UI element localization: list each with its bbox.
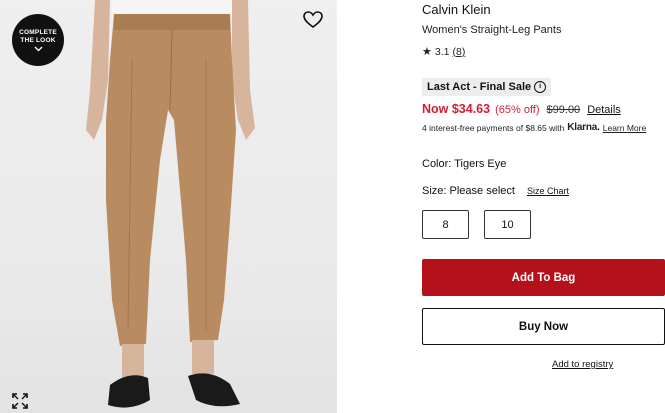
- learn-more-link[interactable]: Learn More: [603, 123, 646, 133]
- rating[interactable]: ★ 3.1 (8): [422, 45, 465, 59]
- size-label: Size: Please select: [422, 185, 515, 197]
- price-row: Now $34.63 (65% off) $99.00 Details: [422, 102, 621, 116]
- size-option-10[interactable]: 10: [484, 210, 531, 239]
- chevron-down-icon: [34, 46, 42, 51]
- original-price: $99.00: [546, 104, 581, 116]
- star-icon: ★: [422, 46, 432, 58]
- review-count-link[interactable]: (8): [452, 46, 465, 58]
- complete-look-label-2: THE LOOK: [20, 36, 56, 44]
- rating-value: 3.1: [434, 45, 450, 58]
- details-link[interactable]: Details: [587, 104, 621, 116]
- heart-icon[interactable]: [302, 9, 324, 31]
- add-to-bag-button[interactable]: Add To Bag: [422, 259, 665, 296]
- installments-info: 4 interest-free payments of $8.65 with K…: [422, 122, 646, 133]
- sale-badge-label: Last Act - Final Sale: [427, 81, 532, 93]
- complete-look-label-1: COMPLETE: [19, 28, 57, 36]
- buy-now-button[interactable]: Buy Now: [422, 308, 665, 345]
- color-label: Color: Tigers Eye: [422, 158, 507, 170]
- info-icon[interactable]: i: [534, 81, 547, 93]
- product-image[interactable]: COMPLETE THE LOOK: [0, 0, 337, 413]
- expand-icon[interactable]: [12, 393, 28, 409]
- sale-badge: Last Act - Final Sale i: [422, 78, 552, 96]
- size-option-8[interactable]: 8: [422, 210, 469, 239]
- add-to-registry-link[interactable]: Add to registry: [552, 359, 613, 370]
- klarna-logo: Klarna.: [567, 122, 600, 133]
- now-price: Now $34.63: [422, 102, 491, 116]
- size-chart-link[interactable]: Size Chart: [527, 186, 569, 196]
- installments-text: 4 interest-free payments of $8.65 with: [422, 122, 565, 133]
- size-selector-header: Size: Please select Size Chart: [422, 185, 569, 197]
- complete-the-look-button[interactable]: COMPLETE THE LOOK: [12, 14, 64, 66]
- product-title: Women's Straight-Leg Pants: [422, 24, 562, 36]
- brand-name[interactable]: Calvin Klein: [422, 2, 491, 17]
- discount-percent: (65% off): [495, 104, 540, 116]
